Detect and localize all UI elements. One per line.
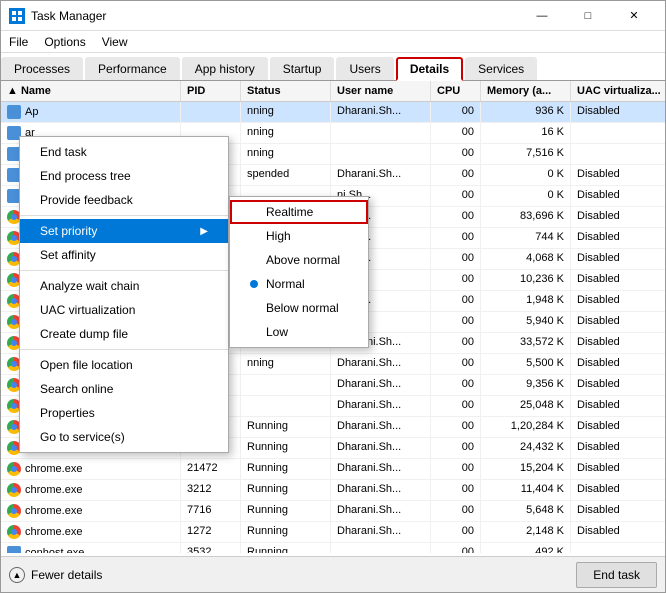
title-bar-left: Task Manager <box>9 8 106 24</box>
chrome-icon <box>7 504 21 518</box>
ctx-search-online[interactable]: Search online <box>20 377 228 401</box>
up-arrow-icon: ▲ <box>9 567 25 583</box>
tab-details[interactable]: Details <box>396 57 463 81</box>
title-bar: Task Manager — □ ✕ <box>1 1 665 31</box>
table-container: ▲ Name PID Status User name CPU Memory (… <box>1 81 665 556</box>
maximize-button[interactable]: □ <box>565 1 611 31</box>
table-row[interactable]: Ap nning Dharani.Sh... 00 936 K Disabled <box>1 102 665 123</box>
menu-options[interactable]: Options <box>36 31 93 52</box>
ctx-separator-1 <box>20 215 228 216</box>
sub-item-low[interactable]: Low <box>230 320 368 344</box>
ctx-properties[interactable]: Properties <box>20 401 228 425</box>
tab-startup[interactable]: Startup <box>270 57 335 80</box>
minimize-button[interactable]: — <box>519 1 565 31</box>
table-row[interactable]: conhost.exe 3532 Running 00 492 K <box>1 543 665 553</box>
task-manager-window: Task Manager — □ ✕ File Options View Pro… <box>0 0 666 593</box>
cell-name: chrome.exe <box>1 501 181 521</box>
process-icon <box>7 105 21 119</box>
cell-name: Ap <box>1 102 181 122</box>
tab-users[interactable]: Users <box>336 57 393 80</box>
table-row[interactable]: chrome.exe 3212 Running Dharani.Sh... 00… <box>1 480 665 501</box>
table-header: ▲ Name PID Status User name CPU Memory (… <box>1 81 665 102</box>
window-title: Task Manager <box>31 9 106 23</box>
col-status[interactable]: Status <box>241 81 331 101</box>
window-controls: — □ ✕ <box>519 1 657 31</box>
col-memory[interactable]: Memory (a... <box>481 81 571 101</box>
cell-name: chrome.exe <box>1 522 181 542</box>
cell-name: chrome.exe <box>1 459 181 479</box>
ctx-end-process-tree[interactable]: End process tree <box>20 164 228 188</box>
end-task-button[interactable]: End task <box>576 562 657 588</box>
ctx-analyze-wait-chain[interactable]: Analyze wait chain <box>20 274 228 298</box>
submenu-arrow-icon: ▶ <box>200 226 208 237</box>
ctx-provide-feedback[interactable]: Provide feedback <box>20 188 228 212</box>
sub-menu-priority: Realtime High Above normal Normal Below … <box>229 196 369 348</box>
context-menu: End task End process tree Provide feedba… <box>19 136 229 453</box>
ctx-end-task[interactable]: End task <box>20 140 228 164</box>
ctx-uac-virtualization[interactable]: UAC virtualization <box>20 298 228 322</box>
cell-name: conhost.exe <box>1 543 181 553</box>
chrome-icon <box>7 483 21 497</box>
menu-bar: File Options View <box>1 31 665 53</box>
menu-file[interactable]: File <box>1 31 36 52</box>
tabs-bar: Processes Performance App history Startu… <box>1 53 665 81</box>
col-pid[interactable]: PID <box>181 81 241 101</box>
table-row[interactable]: chrome.exe 7716 Running Dharani.Sh... 00… <box>1 501 665 522</box>
col-uac[interactable]: UAC virtualiza... <box>571 81 665 101</box>
sub-item-above-normal[interactable]: Above normal <box>230 248 368 272</box>
sub-item-high[interactable]: High <box>230 224 368 248</box>
ctx-open-file-location[interactable]: Open file location <box>20 353 228 377</box>
table-row[interactable]: chrome.exe 1272 Running Dharani.Sh... 00… <box>1 522 665 543</box>
ctx-separator-2 <box>20 270 228 271</box>
ctx-go-to-service[interactable]: Go to service(s) <box>20 425 228 449</box>
chrome-icon <box>7 462 21 476</box>
bottom-bar: ▲ Fewer details End task <box>1 556 665 592</box>
sub-item-realtime[interactable]: Realtime <box>230 200 368 224</box>
fewer-details-button[interactable]: ▲ Fewer details <box>9 567 102 583</box>
sub-item-below-normal[interactable]: Below normal <box>230 296 368 320</box>
tab-performance[interactable]: Performance <box>85 57 180 80</box>
app-icon <box>9 8 25 24</box>
ctx-set-priority[interactable]: Set priority ▶ <box>20 219 228 243</box>
ctx-separator-3 <box>20 349 228 350</box>
tab-processes[interactable]: Processes <box>1 57 83 80</box>
tab-services[interactable]: Services <box>465 57 537 80</box>
process-icon <box>7 546 21 553</box>
ctx-create-dump-file[interactable]: Create dump file <box>20 322 228 346</box>
table-row[interactable]: chrome.exe 21472 Running Dharani.Sh... 0… <box>1 459 665 480</box>
ctx-set-affinity[interactable]: Set affinity <box>20 243 228 267</box>
col-cpu[interactable]: CPU <box>431 81 481 101</box>
col-name[interactable]: ▲ Name <box>1 81 181 101</box>
chrome-icon <box>7 525 21 539</box>
normal-bullet <box>250 280 258 288</box>
menu-view[interactable]: View <box>94 31 136 52</box>
tab-app-history[interactable]: App history <box>182 57 268 80</box>
col-username[interactable]: User name <box>331 81 431 101</box>
cell-name: chrome.exe <box>1 480 181 500</box>
sub-item-normal[interactable]: Normal <box>230 272 368 296</box>
close-button[interactable]: ✕ <box>611 1 657 31</box>
